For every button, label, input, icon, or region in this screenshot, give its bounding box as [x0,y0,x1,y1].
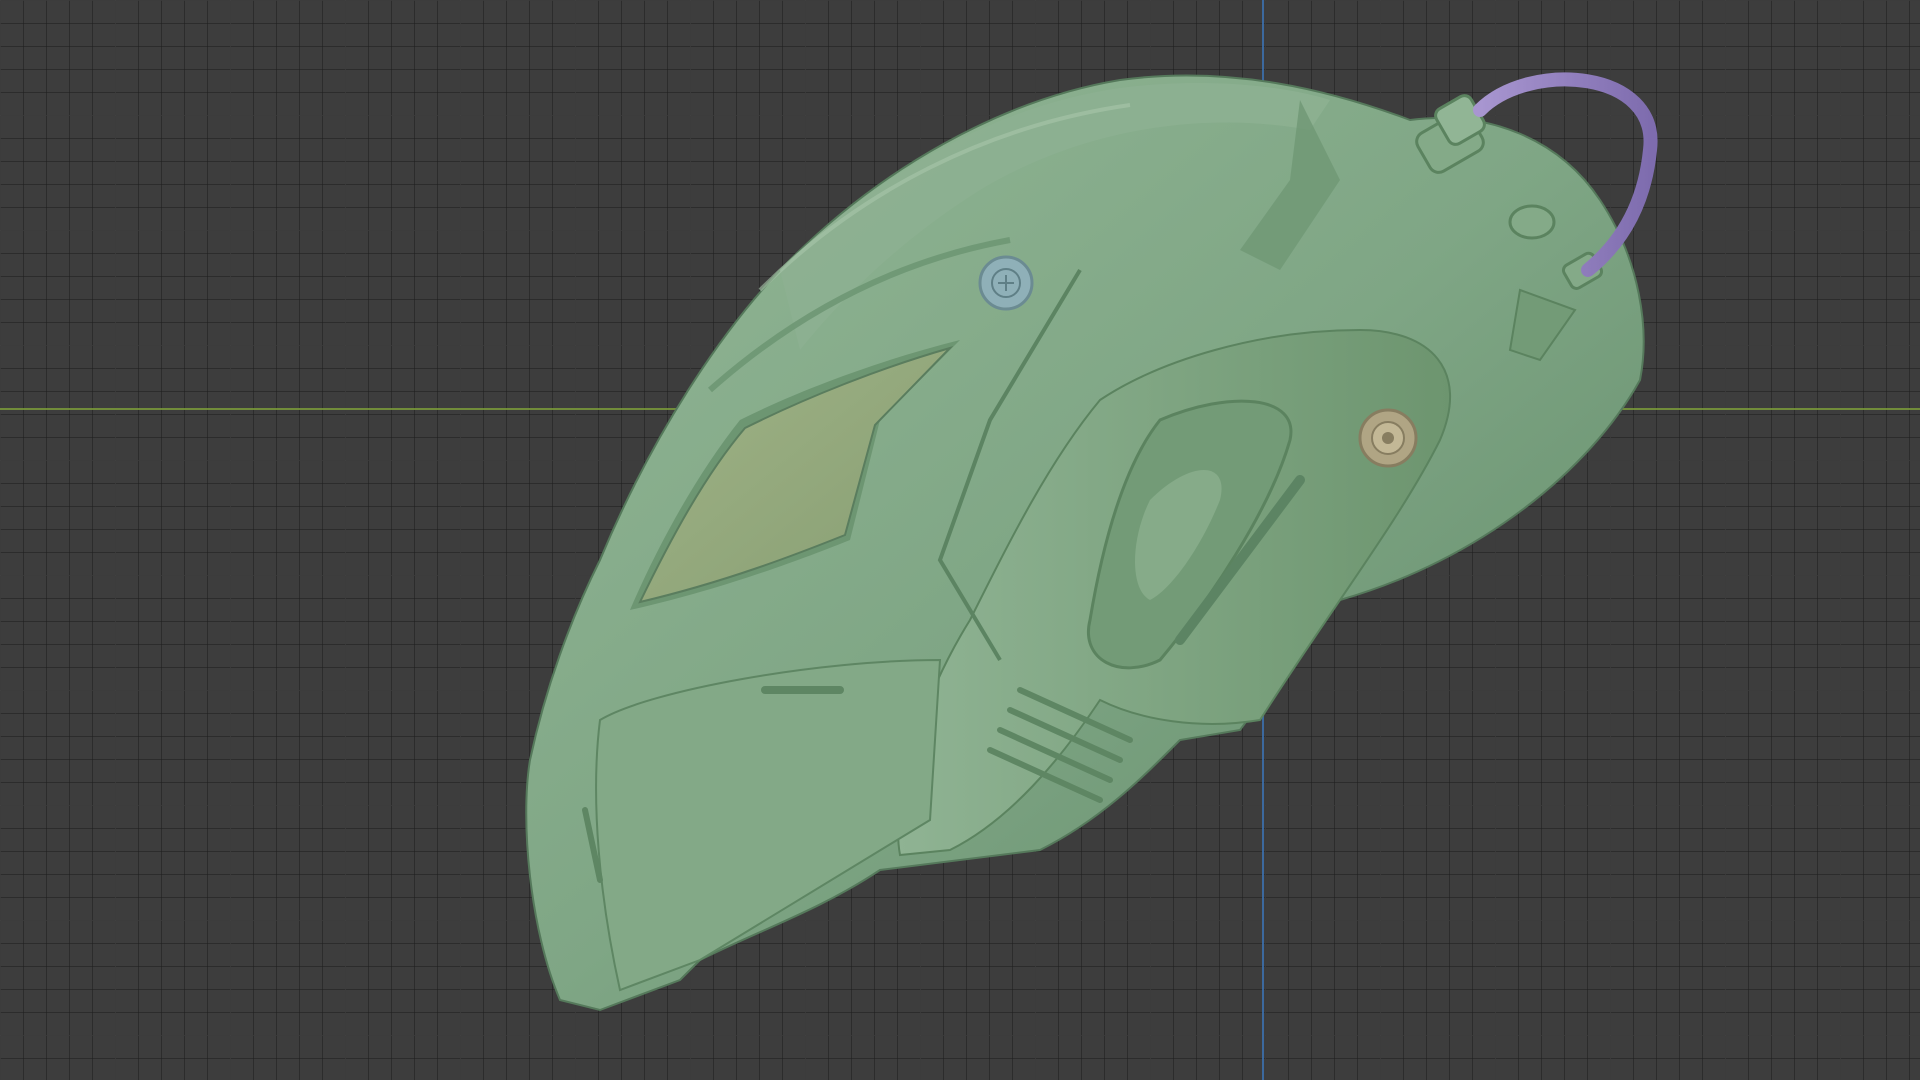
gear-knob-icon [1358,408,1418,468]
helmet-model[interactable] [0,0,1920,1080]
screw-icon [978,255,1034,311]
3d-viewport[interactable] [0,0,1920,1080]
jaw-panel [595,658,942,992]
